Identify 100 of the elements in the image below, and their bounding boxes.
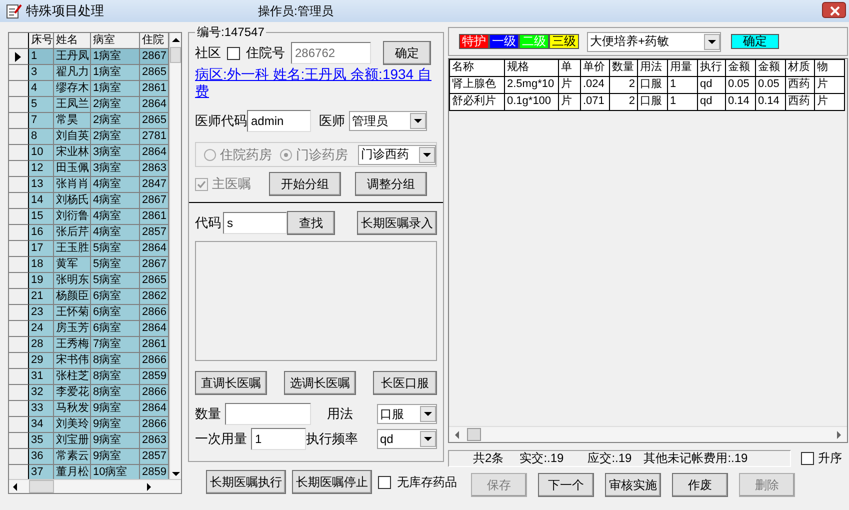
frequency-select[interactable]: qd [377,429,437,449]
patient-info-link[interactable]: 病区:外一科 姓名:王丹凤 余额:1934 自费 [195,66,435,100]
group-button[interactable]: 开始分组 [269,172,341,196]
column-header[interactable]: 用量 [668,60,698,76]
table-cell: 刘美玲 [54,417,91,433]
patient-row[interactable]: 34 刘美玲 9病室 2866 [9,417,169,433]
column-header[interactable]: 金额 [726,60,756,76]
patient-row[interactable]: 21 杨颜臣 6病室 2862 [9,289,169,305]
column-header[interactable]: 床号 [29,33,54,49]
patient-row[interactable]: 18 黄军 5病室 2867 [9,257,169,273]
table-cell: 马秋发 [54,401,91,417]
patient-row[interactable]: 10 宋业林 3病室 2864 [9,145,169,161]
patient-row[interactable]: 23 王怀菊 6病室 2866 [9,305,169,321]
patient-row[interactable]: 24 房玉芳 6病室 2864 [9,321,169,337]
horizontal-scrollbar[interactable] [449,426,847,442]
patient-row[interactable]: 8 刘自英 2病室 2781 [9,129,169,145]
checkbox[interactable] [227,46,240,60]
column-header[interactable]: 物 [814,60,844,76]
patient-row[interactable]: 28 王秀梅 7病室 2861 [9,337,169,353]
table-cell: 张后芹 [54,225,91,241]
patient-row[interactable]: 4 缪存木 1病室 2861 [9,81,169,97]
column-header[interactable]: 病室 [91,33,140,49]
column-header[interactable]: 姓名 [54,33,91,49]
table-cell: 36 [29,449,54,465]
table-cell: 2862 [140,289,169,305]
column-header[interactable]: 金额 [756,60,786,76]
patient-row[interactable]: 5 王凤兰 2病室 2864 [9,97,169,113]
table-cell: 2 [610,94,638,110]
column-header[interactable]: 单价 [580,60,610,76]
table-cell: 4病室 [91,225,140,241]
action-button[interactable]: 作废 [672,473,728,497]
dose-field[interactable]: 1 [251,428,306,450]
caret-icon[interactable] [420,431,436,447]
order-action-button[interactable]: 选调长医嘱 [284,371,356,395]
column-header[interactable]: 材质 [786,60,814,76]
status-text: 实交:.19 [520,451,564,466]
table-cell: 4病室 [91,193,140,209]
table-cell: 15 [29,209,54,225]
patient-row[interactable]: 19 张明东 5病室 2865 [9,273,169,289]
table-cell: 2864 [140,145,169,161]
column-header[interactable]: 用法 [638,60,668,76]
patient-row[interactable]: 29 宋书伟 8病室 2866 [9,353,169,369]
care-level-button[interactable]: 特护 [459,34,489,49]
admission-field[interactable]: 286762 [291,42,371,64]
patient-row[interactable]: 16 张后芹 4病室 2857 [9,225,169,241]
find-button[interactable]: 查找 [287,211,335,235]
row-header-cell [9,449,29,465]
table-cell: 29 [29,353,54,369]
item-select[interactable]: 大便培养+药敏 [587,32,721,52]
table-cell: 0.05 [726,76,756,94]
patient-row[interactable]: 12 田玉佩 3病室 2863 [9,161,169,177]
confirm-button[interactable]: 确定 [731,34,779,49]
patient-row[interactable]: 15 刘衍鲁 4病室 2861 [9,209,169,225]
horizontal-scrollbar[interactable] [9,479,181,493]
care-level-button[interactable]: 一级 [489,34,519,49]
entry-button[interactable]: 长期医嘱录入 [357,211,437,235]
action-button[interactable]: 审核实施 [605,473,661,497]
checkbox[interactable] [801,452,814,465]
close-button[interactable] [822,2,846,18]
patient-row[interactable]: 7 常昊 2病室 2865 [9,113,169,129]
checkbox[interactable] [378,476,391,488]
table-cell: 2病室 [91,113,140,129]
caret-icon[interactable] [704,34,720,50]
patient-row[interactable]: 35 刘宝册 9病室 2863 [9,433,169,449]
column-header[interactable]: 规格 [504,60,558,76]
order-action-button[interactable]: 长医口服 [373,371,437,395]
row-header-cell [9,433,29,449]
column-header[interactable]: 名称 [450,60,504,76]
order-action-button[interactable]: 直调长医嘱 [195,371,267,395]
patient-row[interactable]: 13 张肖肖 4病室 2847 [9,177,169,193]
caret-icon[interactable] [420,406,436,422]
column-header[interactable]: 执行 [698,60,726,76]
patient-row[interactable]: 36 常素云 9病室 2857 [9,449,169,465]
table-cell: 片 [814,94,844,110]
patient-row[interactable]: 17 王玉胜 5病室 2864 [9,241,169,257]
quantity-field[interactable] [225,403,311,425]
usage-select[interactable]: 口服 [377,404,437,424]
patient-row[interactable]: 14 刘杨氏 4病室 2867 [9,193,169,209]
action-button[interactable]: 下一个 [538,473,594,497]
doctor-select[interactable]: 管理员 [349,111,427,131]
care-level-button[interactable]: 三级 [549,34,579,49]
patient-row[interactable]: 33 马秋发 9病室 2864 [9,401,169,417]
vertical-scrollbar[interactable] [169,33,181,481]
column-header[interactable]: 数量 [610,60,638,76]
group-button[interactable]: 调整分组 [355,172,427,196]
order-button[interactable]: 长期医嘱执行 [206,470,286,494]
patient-row[interactable]: 31 张柱芝 8病室 2859 [9,369,169,385]
order-button[interactable]: 长期医嘱停止 [292,470,372,494]
doctor-code-field[interactable]: admin [247,110,311,132]
row-header-cell [9,401,29,417]
column-header[interactable]: 住院 [140,33,169,49]
caret-icon[interactable] [410,113,426,129]
table-cell: 4 [29,81,54,97]
patient-row[interactable]: 3 翟凡力 1病室 2865 [9,65,169,81]
table-cell: 3病室 [91,161,140,177]
code-field[interactable]: s [223,212,287,234]
row-header-cell [9,209,29,225]
column-header[interactable]: 单 [558,60,580,76]
patient-row[interactable]: 32 李爱花 8病室 2866 [9,385,169,401]
confirm-button[interactable]: 确定 [383,41,431,65]
